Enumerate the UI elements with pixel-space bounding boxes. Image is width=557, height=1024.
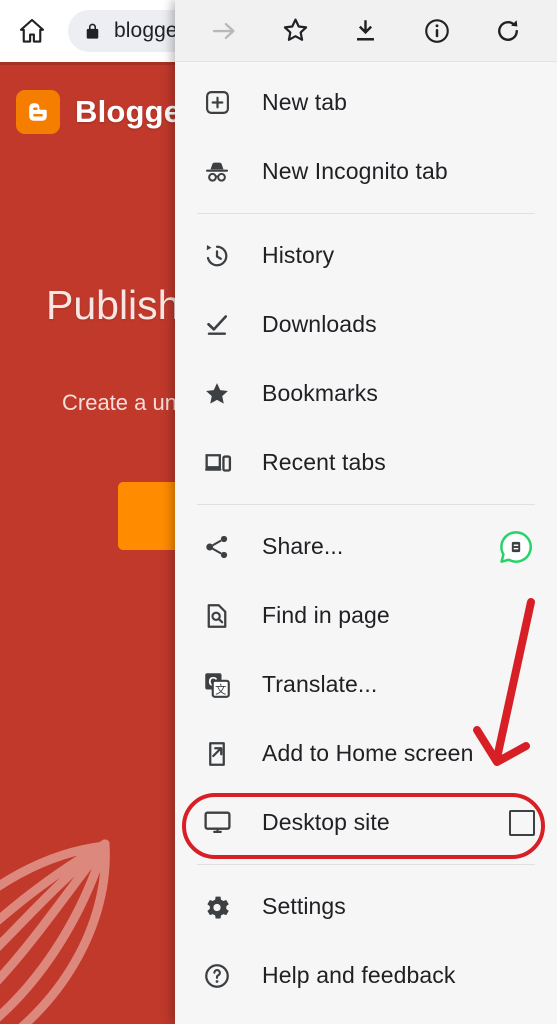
- add-to-home-screen-icon: [199, 736, 235, 772]
- blogger-logo-icon: [16, 90, 60, 134]
- menu-item-downloads[interactable]: Downloads: [175, 290, 557, 359]
- menu-header-row: [175, 0, 557, 62]
- reload-icon[interactable]: [485, 8, 531, 54]
- menu-item-find-in-page[interactable]: Find in page: [175, 581, 557, 650]
- screenshot-root: Blogger Publish Create a un blogge New t…: [0, 0, 557, 1024]
- menu-item-label: Add to Home screen: [262, 740, 474, 766]
- history-icon: [199, 238, 235, 274]
- menu-item-label: Bookmarks: [262, 380, 378, 406]
- svg-text:文: 文: [215, 682, 226, 696]
- share-icon: [199, 529, 235, 565]
- whisk-illustration-icon: [0, 839, 110, 1024]
- url-text: blogge: [114, 19, 178, 42]
- menu-item-label: Settings: [262, 893, 346, 919]
- translate-icon: G 文: [199, 667, 235, 703]
- whatsapp-share-icon[interactable]: [497, 528, 535, 566]
- page-subtitle: Create a un: [62, 390, 177, 415]
- menu-item-label: New tab: [262, 89, 348, 115]
- incognito-icon: [199, 154, 235, 190]
- menu-item-label: Help and feedback: [262, 962, 456, 988]
- menu-item-bookmarks[interactable]: Bookmarks: [175, 359, 557, 428]
- menu-item-translate[interactable]: G 文 Translate...: [175, 650, 557, 719]
- desktop-site-checkbox[interactable]: [509, 809, 535, 836]
- menu-item-label: Find in page: [262, 602, 390, 628]
- menu-divider: [197, 213, 535, 214]
- menu-item-help-and-feedback[interactable]: Help and feedback: [175, 941, 557, 1010]
- menu-item-label: Share...: [262, 533, 344, 559]
- menu-item-label: Recent tabs: [262, 449, 386, 475]
- downloads-icon: [199, 307, 235, 343]
- menu-item-new-incognito-tab[interactable]: New Incognito tab: [175, 137, 557, 206]
- menu-item-add-to-home-screen[interactable]: Add to Home screen: [175, 719, 557, 788]
- help-circle-icon: [199, 958, 235, 994]
- lock-icon: [82, 21, 103, 42]
- star-filled-icon: [199, 376, 235, 412]
- menu-item-new-tab[interactable]: New tab: [175, 68, 557, 137]
- checkbox-unchecked-icon: [509, 809, 535, 836]
- menu-item-label: History: [262, 242, 335, 268]
- recent-tabs-icon: [199, 445, 235, 481]
- new-tab-icon: [199, 85, 235, 121]
- menu-item-recent-tabs[interactable]: Recent tabs: [175, 428, 557, 497]
- browser-overflow-menu: New tab New Incognito tab History Downlo…: [175, 0, 557, 1024]
- menu-item-settings[interactable]: Settings: [175, 872, 557, 941]
- menu-item-label: New Incognito tab: [262, 158, 448, 184]
- page-title: Publish: [46, 282, 181, 328]
- page-info-icon[interactable]: [414, 8, 460, 54]
- menu-item-desktop-site[interactable]: Desktop site: [175, 788, 557, 857]
- blogger-brand[interactable]: Blogger: [16, 90, 194, 134]
- menu-item-label: Translate...: [262, 671, 378, 697]
- home-icon[interactable]: [10, 9, 54, 53]
- menu-divider: [197, 504, 535, 505]
- forward-icon[interactable]: [201, 8, 247, 54]
- menu-item-history[interactable]: History: [175, 221, 557, 290]
- menu-divider: [197, 864, 535, 865]
- menu-item-list: New tab New Incognito tab History Downlo…: [175, 62, 557, 1024]
- menu-item-share[interactable]: Share...: [175, 512, 557, 581]
- settings-gear-icon: [199, 889, 235, 925]
- menu-item-label: Desktop site: [262, 809, 390, 835]
- download-icon[interactable]: [343, 8, 389, 54]
- bookmark-star-icon[interactable]: [272, 8, 318, 54]
- desktop-site-icon: [199, 805, 235, 841]
- menu-item-label: Downloads: [262, 311, 377, 337]
- find-in-page-icon: [199, 598, 235, 634]
